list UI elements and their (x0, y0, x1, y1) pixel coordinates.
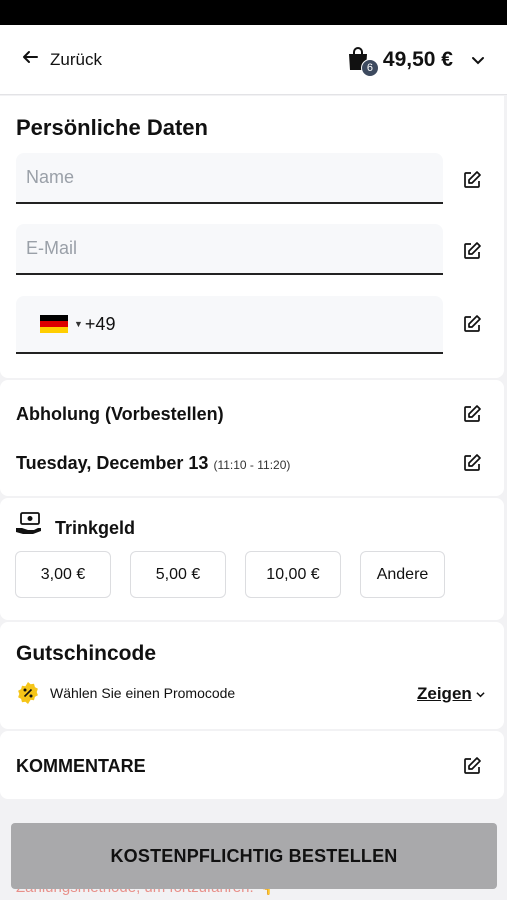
phone-field[interactable]: ▼ +49 (16, 296, 443, 354)
edit-name-icon[interactable] (462, 170, 482, 190)
edit-comments-icon[interactable] (462, 756, 482, 776)
edit-phone-icon[interactable] (462, 314, 482, 334)
promo-prompt: Wählen Sie einen Promocode (50, 685, 236, 701)
edit-email-icon[interactable] (462, 241, 482, 261)
show-label: Zeigen (417, 684, 472, 703)
germany-flag-icon[interactable] (40, 314, 68, 334)
phone-prefix: +49 (84, 313, 116, 334)
pickup-title: Abholung (Vorbestellen) (16, 404, 224, 424)
email-field[interactable]: E-Mail (16, 224, 443, 275)
pickup-card: Abholung (Vorbestellen) Tuesday, Decembe… (0, 380, 504, 496)
show-promos-link[interactable]: Zeigen (417, 684, 485, 704)
cart-total: 49,50 € (382, 47, 453, 71)
back-button[interactable]: Zurück (22, 49, 102, 70)
voucher-card: Gutschincode (0, 622, 504, 729)
comments-card: KOMMENTARE (0, 731, 504, 799)
place-order-button[interactable]: KOSTENPFLICHTIG BESTELLEN (11, 823, 497, 889)
tip-option-3[interactable]: 3,00 € (15, 551, 111, 598)
voucher-title: Gutschincode (16, 642, 157, 665)
personal-data-card: Persönliche Daten Name E-Mail ▼ +49 (0, 96, 504, 378)
chevron-down-icon (471, 53, 485, 67)
percent-badge-icon (16, 681, 40, 705)
edit-date-icon[interactable] (462, 453, 482, 473)
comments-title: KOMMENTARE (16, 756, 146, 776)
hand-money-icon (15, 512, 43, 536)
arrow-left-icon (22, 49, 38, 70)
name-field[interactable]: Name (16, 153, 443, 204)
tip-option-5[interactable]: 5,00 € (130, 551, 226, 598)
edit-pickup-icon[interactable] (462, 404, 482, 424)
name-placeholder: Name (26, 167, 75, 187)
email-placeholder: E-Mail (26, 238, 78, 258)
caret-down-icon[interactable]: ▼ (74, 319, 83, 329)
pickup-date: Tuesday, December 13 (16, 453, 209, 473)
tip-title: Trinkgeld (55, 518, 136, 538)
status-bar (0, 0, 507, 25)
top-bar: Zurück 6 49,50 € (0, 25, 507, 95)
pickup-datetime: Tuesday, December 13 (11:10 - 11:20) (16, 453, 290, 474)
back-label: Zurück (50, 49, 102, 69)
tip-option-10[interactable]: 10,00 € (245, 551, 341, 598)
cart-summary[interactable]: 6 49,50 € (347, 46, 485, 77)
promo-row[interactable]: Wählen Sie einen Promocode (16, 681, 235, 705)
pickup-time: (11:10 - 11:20) (213, 458, 291, 472)
tip-option-other[interactable]: Andere (360, 551, 445, 598)
shopping-bag-icon: 6 (347, 46, 379, 77)
cart-count-badge: 6 (360, 58, 379, 77)
chevron-down-small-icon (476, 684, 485, 704)
personal-data-title: Persönliche Daten (16, 115, 208, 140)
